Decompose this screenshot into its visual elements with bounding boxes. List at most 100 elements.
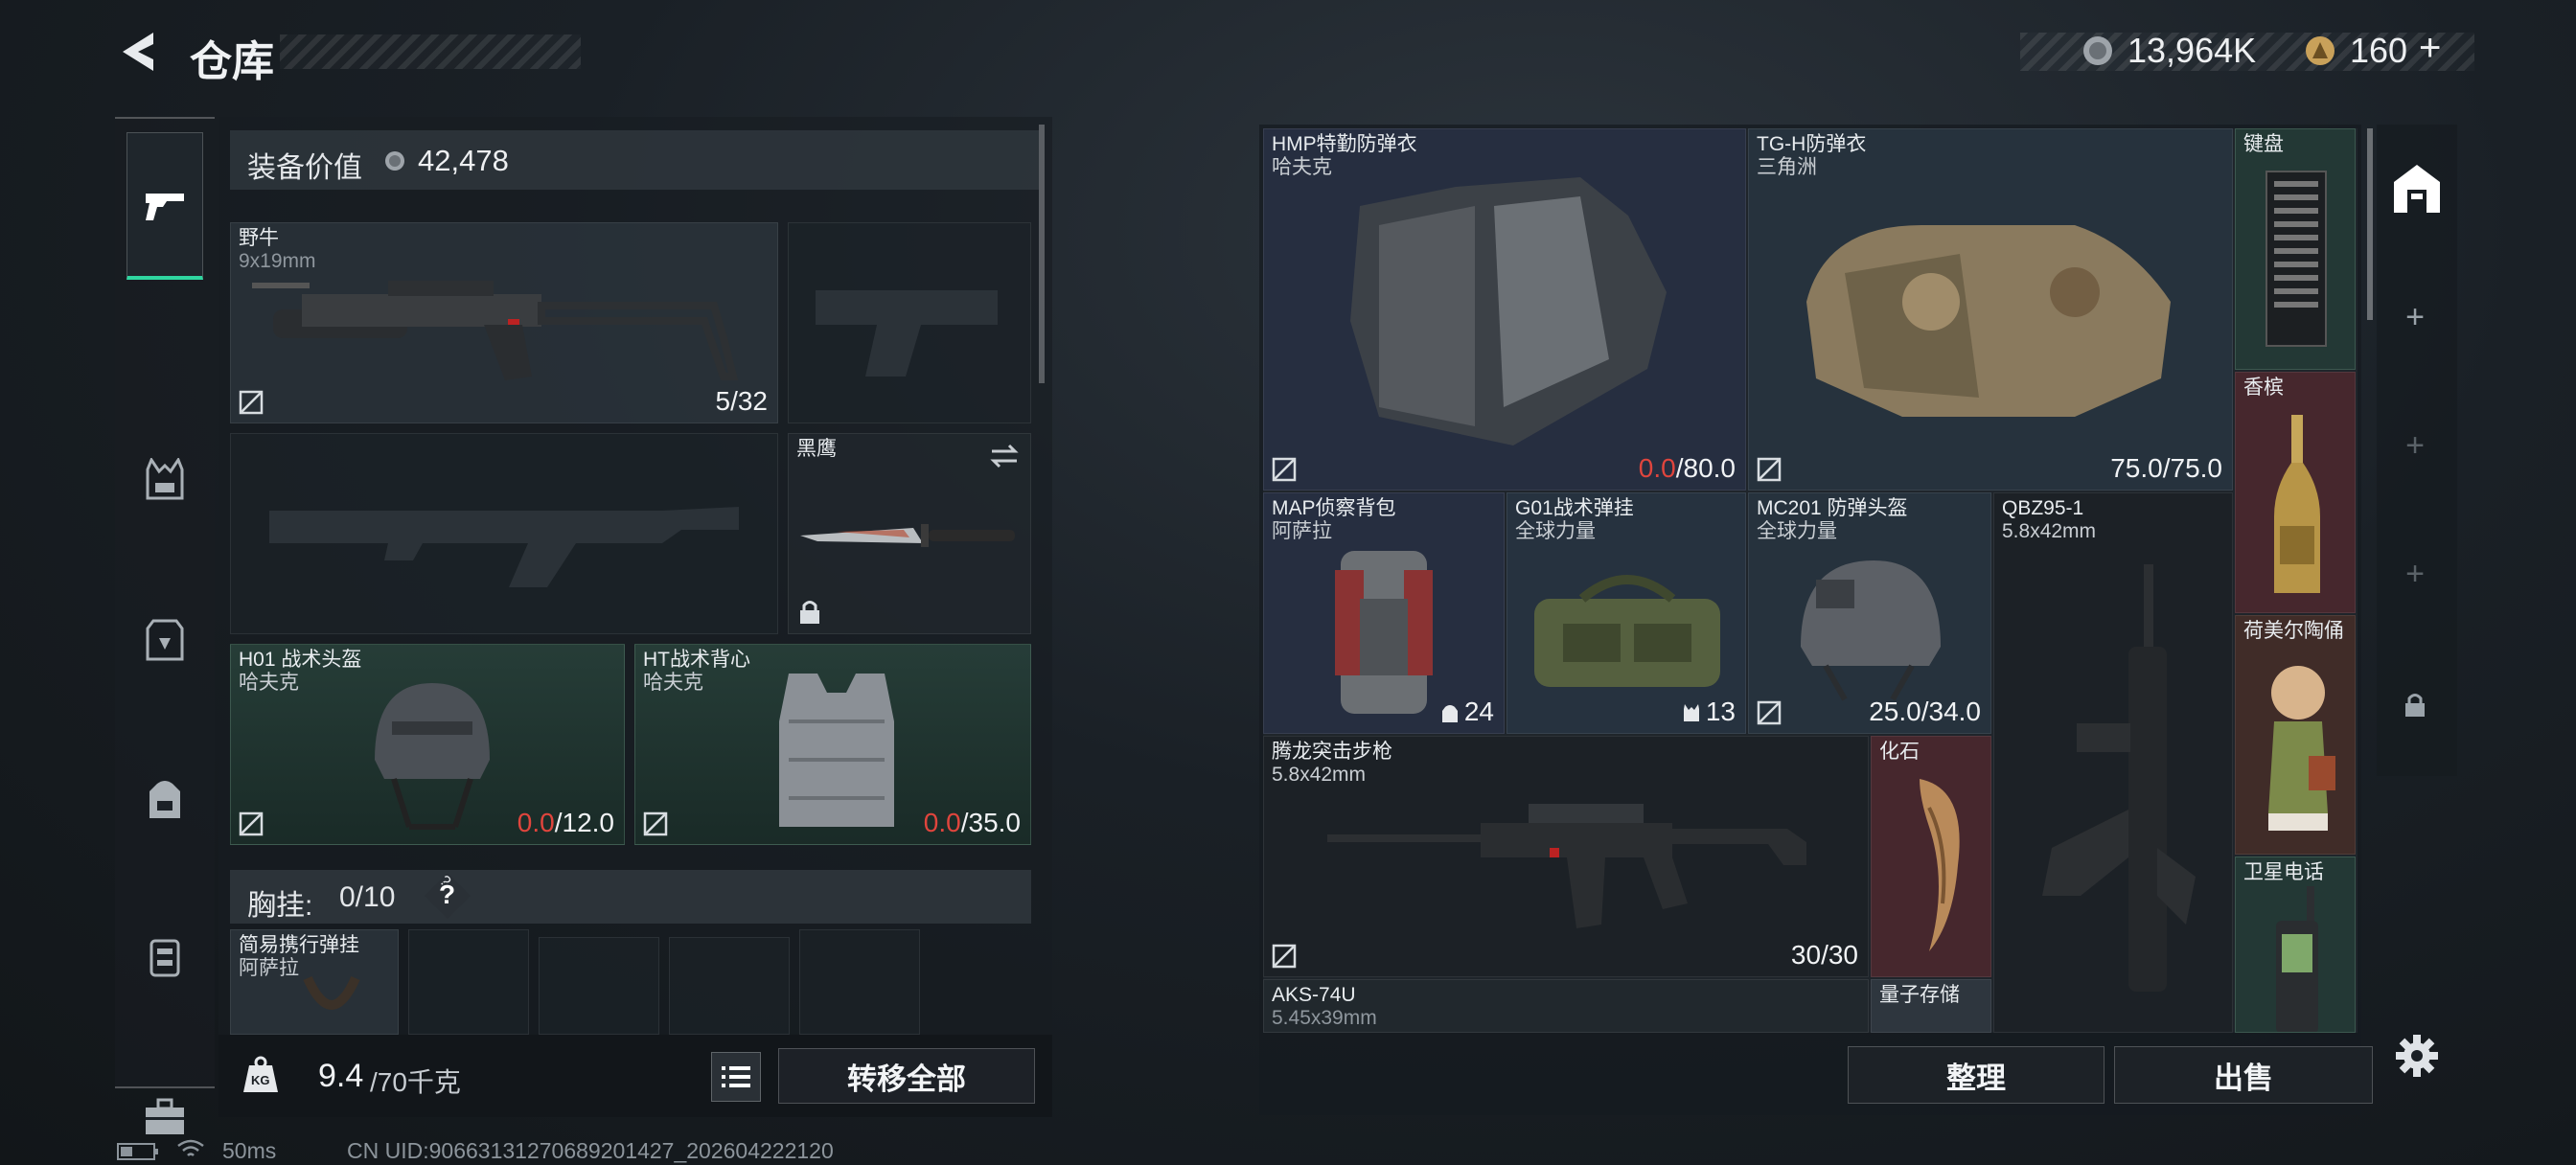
stash-item-figurine[interactable]: 荷美尔陶俑 <box>2235 615 2356 855</box>
weight-icon: KG <box>242 1056 280 1094</box>
armor-slot[interactable]: HT战术背心 哈夫克 0.0/35.0 <box>634 644 1031 845</box>
bottle-image <box>2274 415 2320 593</box>
add-stash-tab-button[interactable]: + <box>2396 299 2434 336</box>
pistol-slot[interactable] <box>788 222 1031 423</box>
stash-item-fossil[interactable]: 化石 <box>1871 736 1991 977</box>
no-drop-icon <box>643 811 668 836</box>
armor-image <box>1350 177 1667 445</box>
rig-slot-empty[interactable] <box>669 937 790 1035</box>
warehouse-icon <box>2394 165 2440 213</box>
durability-current: 0.0 <box>923 808 961 837</box>
no-drop-icon <box>239 390 264 415</box>
back-arrow-icon <box>123 33 153 71</box>
durability-current: 0.0 <box>1638 453 1676 483</box>
no-drop-icon <box>1757 700 1782 725</box>
item-name: MC201 防弹头盔 <box>1757 497 1908 519</box>
item-name: TG-H防弹衣 <box>1757 133 1867 155</box>
stash-item-map-backpack[interactable]: MAP侦察背包 阿萨拉 24 <box>1263 492 1505 734</box>
item-name: 简易携行弹挂 <box>239 934 359 956</box>
rig-slot-empty[interactable] <box>539 937 659 1035</box>
premium-add-button[interactable]: + <box>2419 27 2441 70</box>
stash-item-satellite-phone[interactable]: 卫星电话 <box>2235 857 2356 1033</box>
tab-armor[interactable] <box>123 592 207 688</box>
rifle-image <box>2042 564 2196 992</box>
tab-pouch[interactable] <box>123 908 207 1004</box>
loadout-scrollbar[interactable] <box>1039 125 1045 383</box>
page-title: 仓库 <box>190 38 274 85</box>
stash-item-quantum-storage[interactable]: 量子存储 <box>1871 979 1991 1033</box>
tab-weapons[interactable] <box>126 132 203 280</box>
item-name: 化石 <box>1879 741 1920 763</box>
primary-weapon-slot[interactable]: 野牛 9x19mm 5/32 <box>230 222 778 423</box>
stash-item-qbz95[interactable]: QBZ95-1 5.8x42mm <box>1993 492 2233 1033</box>
no-drop-icon <box>239 811 264 836</box>
weight-current: 9.4 <box>318 1058 364 1094</box>
coin-icon <box>385 151 404 171</box>
melee-slot[interactable]: 黑鹰 <box>788 433 1031 634</box>
durability: 25.0/34.0 <box>1869 697 1981 726</box>
helmet-slot[interactable]: H01 战术头盔 哈夫克 0.0/12.0 <box>230 644 625 845</box>
stash-item-tenglong-rifle[interactable]: 腾龙突击步枪 5.8x42mm 30/30 <box>1263 736 1869 977</box>
list-view-button[interactable] <box>711 1052 761 1102</box>
helmet-image <box>375 683 490 830</box>
stash-item-g01-rig[interactable]: G01战术弹挂 全球力量 13 <box>1506 492 1746 734</box>
item-name: 腾龙突击步枪 <box>1272 741 1392 763</box>
backpack-image <box>1335 551 1433 714</box>
stash-item-mc201-helmet[interactable]: MC201 防弹头盔 全球力量 25.0/34.0 <box>1748 492 1991 734</box>
smg-image <box>252 281 739 380</box>
weight-max: /70千克 <box>370 1067 461 1097</box>
stash-item-tgh-armor[interactable]: TG-H防弹衣 三角洲 75.0/75.0 <box>1748 128 2233 491</box>
uid-text: CN UID:9066313127068920142​7_20260422212… <box>347 1138 834 1163</box>
chest-rig-bar: 胸挂: 0/10 ? ? <box>230 870 1031 924</box>
chest-rig-slot[interactable]: 简易携行弹挂 阿萨拉 <box>230 929 399 1035</box>
sell-button[interactable]: 出售 <box>2114 1046 2373 1104</box>
sort-button[interactable]: 整理 <box>1848 1046 2104 1104</box>
stash-item-champagne[interactable]: 香槟 <box>2235 372 2356 613</box>
transfer-all-button[interactable]: 转移全部 <box>778 1048 1035 1104</box>
item-brand: 全球力量 <box>1515 520 1596 542</box>
stash-item-keyboard[interactable]: 键盘 <box>2235 128 2356 370</box>
bag-image <box>1534 575 1720 687</box>
battery-icon <box>117 1143 158 1160</box>
phone-image <box>2276 886 2318 1032</box>
equipment-value-bar: 装备价值 42,478 <box>230 130 1039 190</box>
rig-slot-empty[interactable] <box>408 929 529 1035</box>
stash-item-hmp-armor[interactable]: HMP特勤防弹衣 哈夫克 0.0/80.0 <box>1263 128 1746 491</box>
title-decoration <box>280 34 581 69</box>
equipment-value-label: 装备价值 <box>247 152 362 184</box>
tab-chest-rig[interactable] <box>123 431 207 527</box>
durability: 0.0/12.0 <box>518 808 614 838</box>
add-stash-tab-button[interactable]: + <box>2396 427 2434 465</box>
premium-amount: 160 <box>2350 31 2408 70</box>
weight-unit-label: KG <box>251 1073 270 1087</box>
item-name: QBZ95-1 <box>2002 497 2084 519</box>
chest-rig-icon <box>146 458 184 500</box>
swap-icon[interactable] <box>988 442 1021 470</box>
settings-button[interactable] <box>2390 1029 2444 1083</box>
item-name: 键盘 <box>2243 133 2284 155</box>
rig-slot-empty[interactable] <box>799 929 920 1035</box>
armor-image <box>1806 225 2171 417</box>
item-caliber: 5.8x42mm <box>2002 520 2097 542</box>
item-count: 13 <box>1683 697 1736 727</box>
rifle-silhouette-icon <box>269 507 739 587</box>
item-caliber: 5.45x39mm <box>1272 1007 1377 1029</box>
chest-rig-label: 胸挂: <box>247 890 313 922</box>
item-name: H01 战术头盔 <box>239 649 362 671</box>
item-brand: 哈夫克 <box>1272 156 1332 178</box>
item-name: 量子存储 <box>1879 984 1960 1006</box>
add-stash-tab-button[interactable]: + <box>2396 556 2434 593</box>
tab-backpack[interactable] <box>123 751 207 847</box>
item-count-value: 24 <box>1463 697 1494 726</box>
back-button[interactable] <box>115 27 163 77</box>
rifle-slot[interactable] <box>230 433 778 634</box>
no-drop-icon <box>1757 457 1782 482</box>
item-name: 香槟 <box>2243 377 2284 399</box>
stash-item-aks74u[interactable]: AKS-74U 5.45x39mm <box>1263 979 1869 1033</box>
stash-scrollbar[interactable] <box>2367 128 2373 320</box>
item-brand: 哈夫克 <box>239 672 299 694</box>
tab-stash-main[interactable] <box>2386 157 2448 218</box>
durability: 0.0/80.0 <box>1639 453 1736 484</box>
item-name: HMP特勤防弹衣 <box>1272 133 1417 155</box>
left-sidebar <box>115 117 215 1134</box>
